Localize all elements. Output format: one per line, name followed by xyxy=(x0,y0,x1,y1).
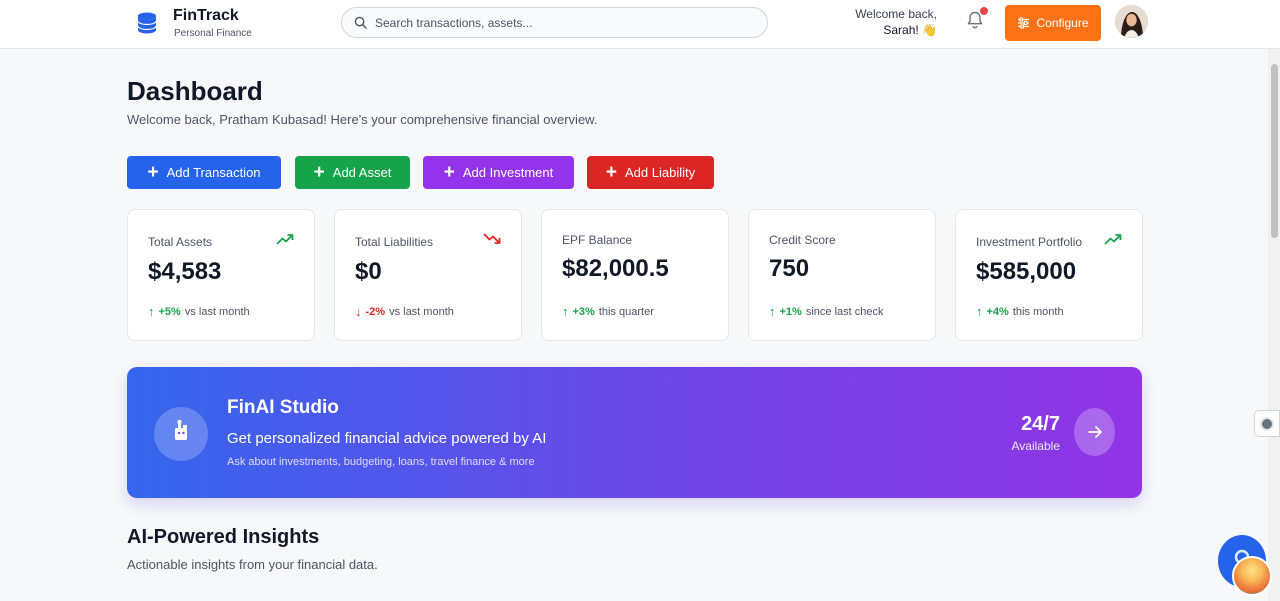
plus-icon: + xyxy=(147,162,159,183)
brand-name[interactable]: FinTrack xyxy=(173,7,239,25)
stat-change-percent: -2% xyxy=(365,305,386,318)
availability-label: Available xyxy=(1011,439,1060,453)
stat-label: Total Assets xyxy=(148,235,213,249)
add-investment-button[interactable]: + Add Investment xyxy=(423,156,574,189)
insights-section-title: AI-Powered Insights xyxy=(127,526,320,548)
stat-value: $0 xyxy=(355,258,382,285)
stat-card-epf-balance[interactable]: EPF Balance $82,000.5 ↑ +3% this quarter xyxy=(541,209,729,341)
finai-subtitle: Get personalized financial advice powere… xyxy=(227,430,547,447)
stat-value: $585,000 xyxy=(976,258,1077,285)
stat-change: ↑ +4% this month xyxy=(976,304,1064,319)
stat-change-percent: +5% xyxy=(158,305,181,318)
stat-card-total-liabilities[interactable]: Total Liabilities $0 ↓ -2% vs last month xyxy=(334,209,522,341)
add-liability-button[interactable]: + Add Liability xyxy=(587,156,714,189)
stat-value: $4,583 xyxy=(148,258,222,285)
open-finai-button[interactable] xyxy=(1074,408,1115,456)
configure-button[interactable]: Configure xyxy=(1005,5,1101,41)
user-photo-icon xyxy=(1115,5,1148,38)
side-feedback-tab[interactable] xyxy=(1254,410,1280,437)
stat-change: ↑ +1% since last check xyxy=(769,304,883,319)
trending-up-icon xyxy=(276,234,294,245)
stat-change-percent: +3% xyxy=(572,305,595,318)
arrow-right-icon xyxy=(1087,426,1102,438)
plus-icon: + xyxy=(605,162,617,183)
stat-change: ↓ -2% vs last month xyxy=(355,304,454,319)
add-transaction-button[interactable]: + Add Transaction xyxy=(127,156,281,189)
welcome-greeting: Welcome back, xyxy=(855,7,937,21)
stat-change-period: vs last month xyxy=(389,305,454,318)
stat-label: Credit Score xyxy=(769,233,836,247)
notification-badge xyxy=(980,7,988,15)
ai-bot-icon xyxy=(154,407,208,461)
page-subtitle: Welcome back, Pratham Kubasad! Here's yo… xyxy=(127,112,598,127)
arrow-down-icon: ↓ xyxy=(355,304,362,319)
stat-change: ↑ +5% vs last month xyxy=(148,304,250,319)
stat-change-percent: +1% xyxy=(779,305,802,318)
plus-icon: + xyxy=(313,162,325,183)
availability-value: 24/7 xyxy=(1021,413,1060,435)
finai-studio-banner[interactable]: FinAI Studio Get personalized financial … xyxy=(127,367,1142,498)
stat-change-percent: +4% xyxy=(986,305,1009,318)
stat-card-credit-score[interactable]: Credit Score 750 ↑ +1% since last check xyxy=(748,209,936,341)
top-navbar: FinTrack Personal Finance Welcome back, … xyxy=(0,0,1280,49)
brand-subtitle: Personal Finance xyxy=(174,28,252,39)
add-asset-label: Add Asset xyxy=(332,165,392,180)
stat-label: Total Liabilities xyxy=(355,235,434,249)
stat-change-period: this month xyxy=(1012,305,1064,318)
arrow-up-icon: ↑ xyxy=(562,304,569,319)
search-icon xyxy=(354,16,367,29)
stat-label: Investment Portfolio xyxy=(976,235,1083,249)
stat-change: ↑ +3% this quarter xyxy=(562,304,654,319)
finai-description: Ask about investments, budgeting, loans,… xyxy=(227,456,535,468)
welcome-user-name: Sarah! 👋 xyxy=(883,23,937,37)
insights-section-subtitle: Actionable insights from your financial … xyxy=(127,557,378,572)
circle-icon xyxy=(1260,417,1274,431)
search-input[interactable] xyxy=(375,13,755,33)
stat-value: $82,000.5 xyxy=(562,255,669,282)
stat-change-period: vs last month xyxy=(184,305,250,318)
stat-card-total-assets[interactable]: Total Assets $4,583 ↑ +5% vs last month xyxy=(127,209,315,341)
finai-title: FinAI Studio xyxy=(227,397,339,418)
add-investment-label: Add Investment xyxy=(462,165,554,180)
stat-change-period: since last check xyxy=(805,305,884,318)
scrollbar-thumb[interactable] xyxy=(1271,64,1278,238)
plus-icon: + xyxy=(443,162,455,183)
stat-label: EPF Balance xyxy=(562,233,633,247)
bot-icon xyxy=(175,419,187,440)
page-title: Dashboard xyxy=(127,76,263,106)
stat-card-investment-portfolio[interactable]: Investment Portfolio $585,000 ↑ +4% this… xyxy=(955,209,1143,341)
trending-down-icon xyxy=(483,233,501,244)
add-liability-label: Add Liability xyxy=(625,165,696,180)
stat-value: 750 xyxy=(769,255,810,282)
configure-label: Configure xyxy=(1036,16,1089,30)
arrow-up-icon: ↑ xyxy=(148,304,155,319)
arrow-up-icon: ↑ xyxy=(769,304,776,319)
trending-up-icon xyxy=(1104,234,1122,245)
search-bar[interactable] xyxy=(341,7,768,38)
stat-change-period: this quarter xyxy=(598,305,654,318)
database-icon xyxy=(137,12,157,34)
avatar[interactable] xyxy=(1115,5,1148,38)
assistant-avatar-icon[interactable] xyxy=(1232,556,1272,596)
arrow-up-icon: ↑ xyxy=(976,304,983,319)
add-transaction-label: Add Transaction xyxy=(166,165,261,180)
add-asset-button[interactable]: + Add Asset xyxy=(295,156,410,189)
sliders-icon xyxy=(1018,17,1030,29)
